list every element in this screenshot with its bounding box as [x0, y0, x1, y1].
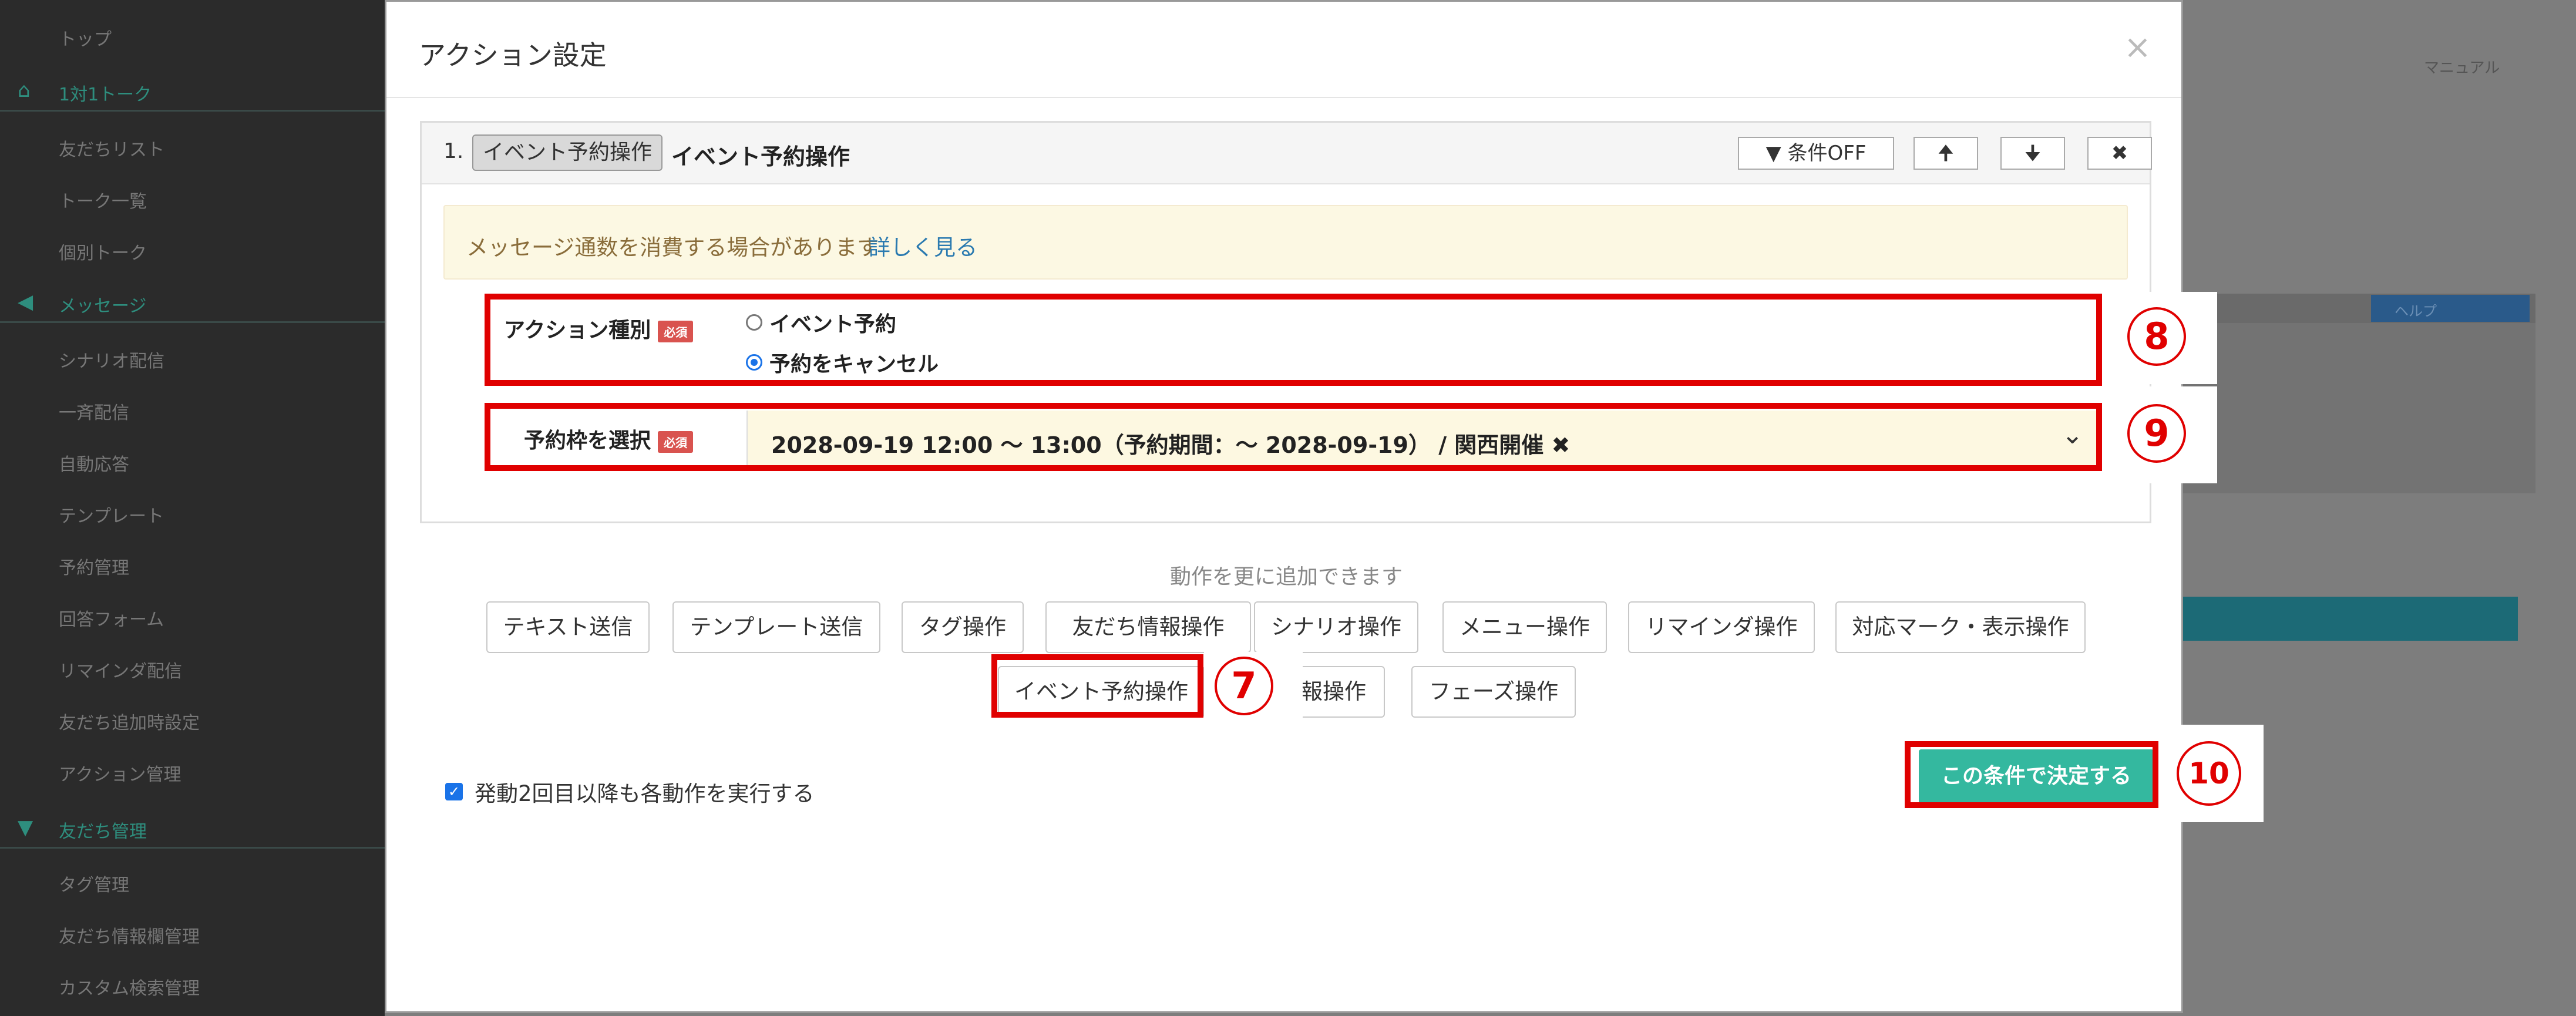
sidebar-item: 個別トーク: [59, 243, 147, 264]
megaphone-icon: ◀: [18, 290, 33, 314]
annotation-box-submit: [1905, 741, 2158, 808]
message-count-alert: メッセージ通数を消費する場合があります 詳しく見る: [443, 205, 2128, 280]
background-overlay: [385, 1013, 2183, 1016]
close-icon: ✖: [2111, 142, 2128, 165]
sidebar-item: 予約管理: [59, 558, 129, 578]
sidebar-item: 自動応答: [59, 455, 129, 475]
annotation-badge-bg: 10: [2159, 725, 2264, 822]
annotation-number-9: 9: [2127, 404, 2186, 463]
sidebar-item: シナリオ配信: [59, 351, 164, 372]
tag-operation-button[interactable]: タグ操作: [902, 601, 1024, 653]
sidebar-item: 回答フォーム: [59, 610, 164, 630]
action-type-tag: イベント予約操作: [472, 134, 663, 171]
help-button: ヘルプ: [2371, 295, 2530, 322]
menu-operation-button[interactable]: メニュー操作: [1442, 601, 1607, 653]
modal-title: アクション設定: [419, 39, 607, 71]
manual-link: マニュアル: [2424, 59, 2500, 77]
annotation-badge-bg: 9: [2103, 386, 2217, 483]
arrow-down-icon: 🠋: [2024, 142, 2042, 165]
home-icon: ⌂: [18, 79, 31, 102]
annotation-number-7: 7: [1215, 657, 1273, 715]
annotation-box-action-type: [485, 294, 2102, 386]
divider: [386, 97, 2181, 98]
annotation-box-event-operation: [991, 654, 1203, 718]
background-sidebar: トップ ⌂ 1対1トーク 友だちリスト トーク一覧 個別トーク ◀ メッセージ …: [0, 0, 385, 1016]
filter-icon: ▼: [18, 816, 33, 839]
details-link[interactable]: 詳しく見る: [869, 230, 977, 261]
close-icon[interactable]: ×: [2124, 28, 2151, 66]
text-send-button[interactable]: テキスト送信: [486, 601, 650, 653]
template-send-button[interactable]: テンプレート送信: [672, 601, 880, 653]
sidebar-item: タグ管理: [59, 875, 129, 896]
annotation-badge-bg: 8: [2103, 292, 2217, 384]
annotation-badge-bg: 7: [1204, 652, 1303, 720]
filter-icon: ▼: [1765, 142, 1781, 165]
arrow-up-icon: 🠉: [1937, 142, 1955, 165]
move-down-button[interactable]: 🠋: [2000, 137, 2065, 170]
repeat-actions-label: 発動2回目以降も各動作を実行する: [475, 781, 815, 806]
sidebar-item: テンプレート: [59, 506, 164, 527]
background-panel: [2183, 294, 2535, 493]
response-mark-operation-button[interactable]: 対応マーク・表示操作: [1835, 601, 2086, 653]
card-header: 1. イベント予約操作 イベント予約操作 ▼ 条件OFF 🠉 🠋 ✖: [422, 123, 2152, 184]
move-up-button[interactable]: 🠉: [1913, 137, 1978, 170]
annotation-box-slot-select: [485, 403, 2102, 471]
annotation-number-8: 8: [2127, 307, 2186, 366]
annotation-number-10: 10: [2177, 741, 2241, 806]
sidebar-item: 友だち情報欄管理: [59, 927, 200, 947]
filter-off-button[interactable]: ▼ 条件OFF: [1738, 137, 1894, 170]
alert-text: メッセージ通数を消費する場合があります: [466, 235, 879, 260]
sidebar-item: 友だちリスト: [59, 140, 164, 160]
sidebar-item: 一斉配信: [59, 403, 129, 423]
sidebar-item: アクション管理: [59, 765, 181, 785]
sidebar-item: カスタム検索管理: [59, 978, 200, 999]
background-bar: [2183, 597, 2518, 641]
sidebar-item: リマインダ配信: [59, 661, 182, 682]
friend-info-operation-button[interactable]: 友だち情報操作: [1045, 601, 1251, 653]
delete-action-button[interactable]: ✖: [2087, 137, 2152, 170]
sidebar-item: 友だち追加時設定: [59, 713, 200, 734]
card-title: イベント予約操作: [671, 144, 850, 170]
add-more-caption: 動作を更に追加できます: [1170, 565, 1403, 589]
background-content: マニュアル ヘルプ: [2183, 0, 2576, 1016]
sidebar-item: トーク一覧: [59, 191, 147, 212]
repeat-actions-checkbox[interactable]: ✓: [445, 783, 463, 800]
sidebar-item: トップ: [59, 29, 112, 50]
scenario-operation-button[interactable]: シナリオ操作: [1254, 601, 1418, 653]
sidebar-section: ◀ メッセージ: [0, 282, 385, 323]
reminder-operation-button[interactable]: リマインダ操作: [1628, 601, 1815, 653]
card-number: 1.: [443, 139, 464, 163]
phase-operation-button[interactable]: フェーズ操作: [1411, 666, 1576, 718]
sidebar-section: ⌂ 1対1トーク: [0, 70, 385, 112]
sidebar-section: ▼ 友だち管理: [0, 808, 385, 849]
action-settings-modal: アクション設定 × 1. イベント予約操作 イベント予約操作 ▼ 条件OFF 🠉…: [385, 0, 2183, 1013]
